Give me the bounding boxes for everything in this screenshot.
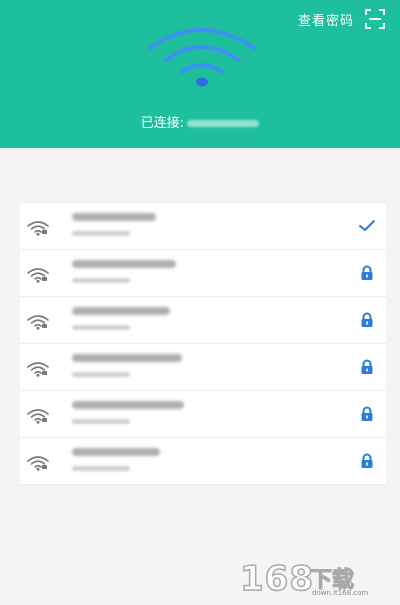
wifi-signal-icon — [148, 28, 256, 87]
wifi-signal-icon — [27, 362, 49, 377]
wifi-network-row[interactable] — [20, 202, 386, 249]
network-detail-redacted — [72, 372, 130, 377]
lock-icon — [361, 406, 373, 421]
network-detail-redacted — [72, 278, 130, 283]
lock-icon — [361, 453, 373, 468]
site-watermark: 168 下载 down.it168.com — [239, 558, 390, 600]
wifi-network-row[interactable] — [20, 437, 386, 485]
network-detail-redacted — [72, 325, 130, 330]
wifi-network-row[interactable] — [20, 390, 386, 437]
lock-icon — [361, 312, 373, 327]
network-detail-redacted — [72, 231, 130, 236]
connected-label: 已连接: — [140, 116, 185, 131]
checkmark-icon — [359, 220, 375, 231]
wifi-network-row[interactable] — [20, 296, 386, 343]
network-name-redacted — [72, 448, 160, 456]
view-password-link[interactable]: 查看密码 — [298, 10, 354, 29]
wifi-network-row[interactable] — [20, 343, 386, 390]
lock-icon — [361, 265, 373, 280]
network-detail-redacted — [72, 466, 130, 471]
watermark-url: down.it168.com — [312, 589, 369, 597]
network-name-redacted — [72, 401, 184, 409]
wifi-signal-icon — [27, 409, 49, 424]
wifi-network-row[interactable] — [20, 249, 386, 296]
wifi-network-list — [20, 202, 386, 485]
scan-frame-icon[interactable] — [364, 8, 386, 30]
connection-status: 已连接: — [0, 112, 400, 131]
network-name-redacted — [72, 354, 182, 362]
network-name-redacted — [72, 213, 156, 221]
wifi-signal-icon — [27, 315, 49, 330]
wifi-signal-icon — [27, 268, 49, 283]
wifi-signal-icon — [27, 221, 49, 236]
network-name-redacted — [72, 260, 176, 268]
lock-icon — [361, 359, 373, 374]
wifi-signal-icon — [27, 456, 49, 471]
network-name-redacted — [72, 307, 170, 315]
connected-ssid-redacted — [187, 120, 260, 127]
watermark-number: 168 — [239, 558, 314, 600]
network-detail-redacted — [72, 419, 130, 424]
wifi-header: 查看密码 已连接: — [0, 0, 400, 148]
